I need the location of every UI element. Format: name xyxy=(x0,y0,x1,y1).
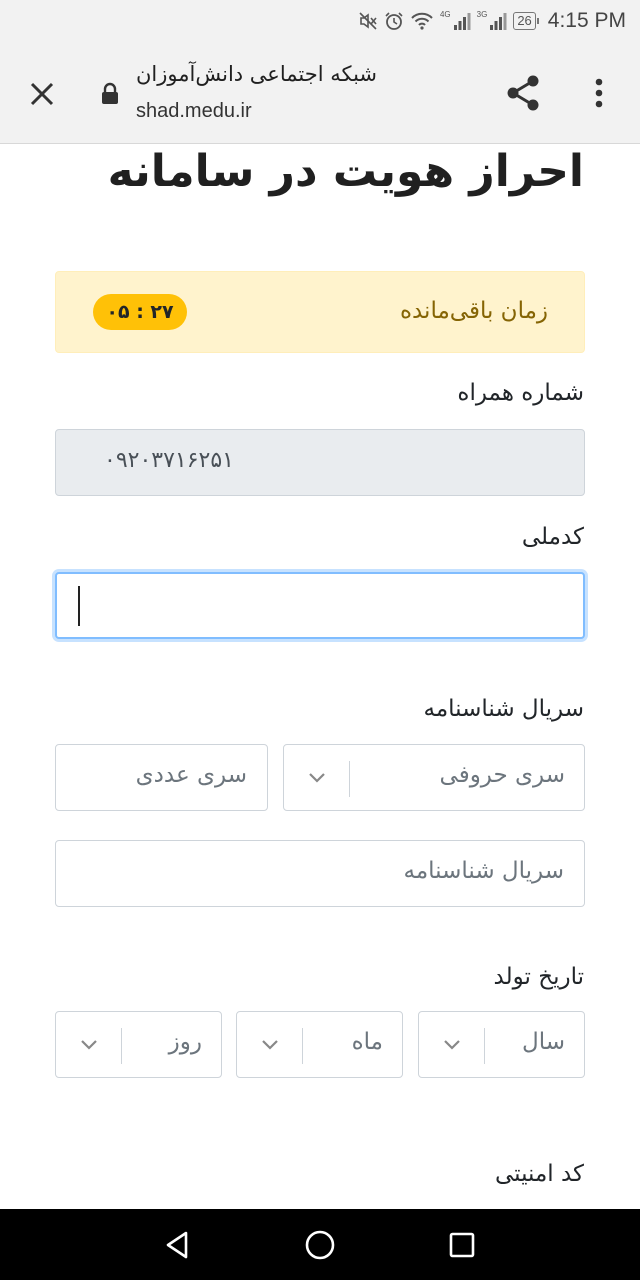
birth-certificate-serial-label: سریال شناسنامه xyxy=(423,696,584,722)
browser-header: شبکه اجتماعی دانش‌آموزان shad.medu.ir xyxy=(0,42,640,144)
recents-button[interactable] xyxy=(444,1227,480,1263)
birth-day-select[interactable]: روز xyxy=(55,1011,222,1078)
chevron-down-icon xyxy=(309,773,325,783)
battery-indicator: 26 xyxy=(513,12,540,30)
national-code-input[interactable] xyxy=(55,572,585,639)
select-divider xyxy=(349,761,350,797)
chevron-down-icon xyxy=(262,1040,278,1050)
network-type-1: 4G xyxy=(439,9,451,19)
serial-number-input[interactable]: سریال شناسنامه xyxy=(55,840,585,907)
letter-series-select[interactable]: سری حروفی xyxy=(283,744,585,811)
wifi-icon xyxy=(410,11,434,31)
text-caret xyxy=(78,586,80,626)
lock-icon xyxy=(100,82,120,110)
page-title: احراز هویت در سامانه xyxy=(107,146,584,197)
select-divider xyxy=(121,1028,122,1064)
close-button[interactable] xyxy=(24,76,60,112)
birth-month-select[interactable]: ماه xyxy=(236,1011,403,1078)
alarm-icon xyxy=(384,11,404,31)
status-clock: 4:15 PM xyxy=(547,9,626,32)
select-divider xyxy=(484,1028,485,1064)
status-icons: 4G 3G 26 4:15 PM xyxy=(358,9,626,33)
mobile-value: ۰۹۲۰۳۷۱۶۲۵۱ xyxy=(104,448,234,473)
number-series-placeholder: سری عددی xyxy=(135,762,247,788)
system-nav-bar xyxy=(0,1209,640,1280)
chevron-down-icon xyxy=(444,1040,460,1050)
share-icon xyxy=(507,75,539,111)
page-site-title: شبکه اجتماعی دانش‌آموزان xyxy=(136,62,377,86)
serial-number-placeholder: سریال شناسنامه xyxy=(403,858,564,884)
timer-badge: ۰۵ : ۲۷ xyxy=(93,294,187,330)
security-code-label: کد امنیتی xyxy=(494,1161,584,1187)
url-text[interactable]: shad.medu.ir xyxy=(136,100,252,123)
mobile-field: ۰۹۲۰۳۷۱۶۲۵۱ xyxy=(55,429,585,496)
signal-icon xyxy=(453,11,471,31)
timer-label: زمان باقی‌مانده xyxy=(399,298,548,324)
number-series-input[interactable]: سری عددی xyxy=(55,744,268,811)
home-circle-icon xyxy=(305,1230,335,1260)
more-vert-icon xyxy=(595,78,603,108)
recents-square-icon xyxy=(449,1232,475,1258)
back-button[interactable] xyxy=(160,1227,196,1263)
more-options-button[interactable] xyxy=(582,72,616,114)
national-code-label: کدملی xyxy=(521,524,584,550)
close-icon xyxy=(30,82,54,106)
select-divider xyxy=(302,1028,303,1064)
birth-date-label: تاریخ تولد xyxy=(493,964,584,990)
chevron-down-icon xyxy=(81,1040,97,1050)
home-button[interactable] xyxy=(302,1227,338,1263)
signal-icon xyxy=(489,11,507,31)
day-placeholder: روز xyxy=(168,1029,202,1055)
back-triangle-icon xyxy=(166,1231,188,1259)
letter-series-placeholder: سری حروفی xyxy=(439,762,565,788)
page-content: احراز هویت در سامانه زمان باقی‌مانده ۰۵ … xyxy=(0,144,640,1209)
birth-year-select[interactable]: سال xyxy=(418,1011,585,1078)
timer-alert: زمان باقی‌مانده ۰۵ : ۲۷ xyxy=(55,271,585,353)
mute-icon xyxy=(358,11,378,31)
network-type-2: 3G xyxy=(476,9,488,19)
year-placeholder: سال xyxy=(522,1029,565,1055)
month-placeholder: ماه xyxy=(351,1029,383,1055)
share-button[interactable] xyxy=(502,72,544,114)
mobile-label: شماره همراه xyxy=(457,380,584,406)
status-bar: 4G 3G 26 4:15 PM xyxy=(0,0,640,42)
